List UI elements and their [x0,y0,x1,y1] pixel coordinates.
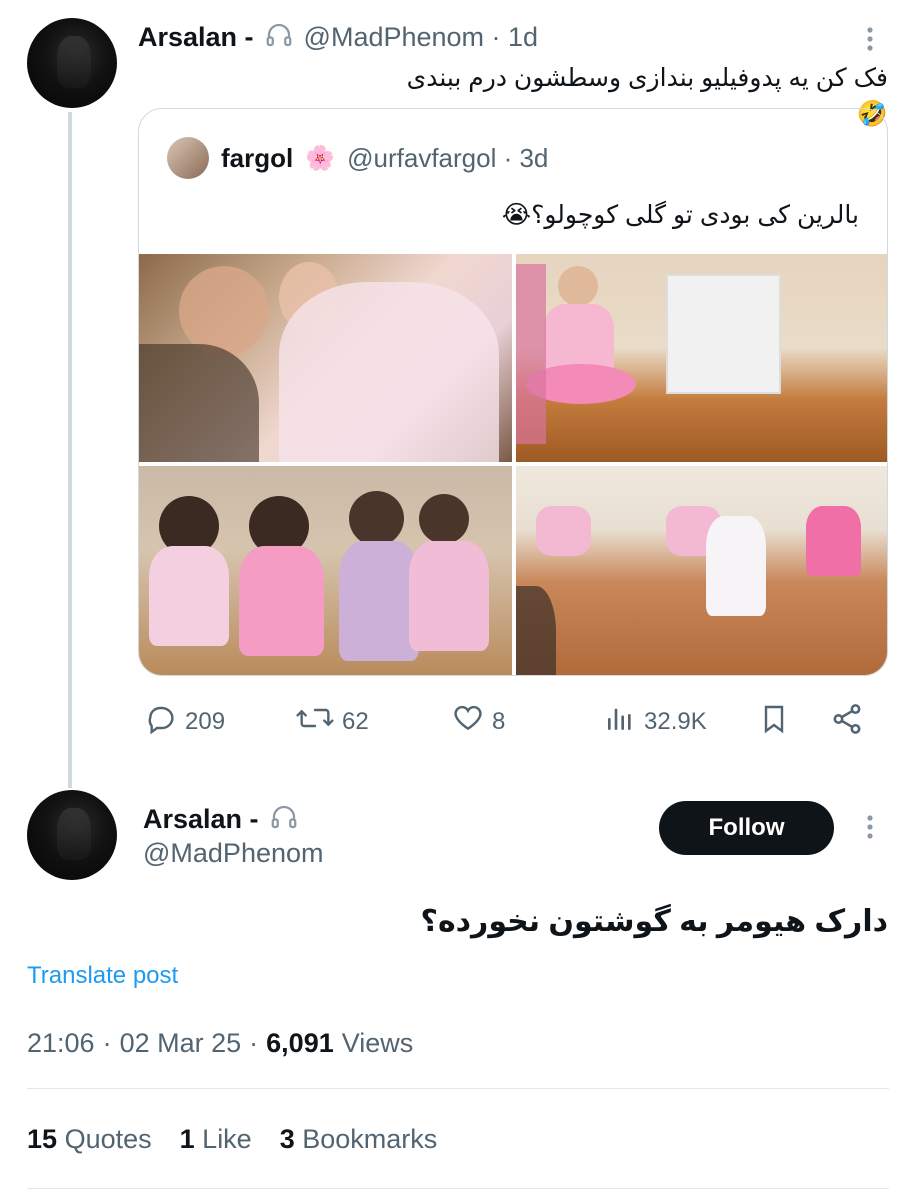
translate-link[interactable]: Translate post [27,962,178,990]
reply-tweet-text: دارک هیومر به گوشتون نخورده؟ [420,905,888,938]
views-label: Views [341,1028,414,1058]
reply-icon [145,702,177,741]
quotes-stat[interactable]: 15 Quotes [27,1124,152,1155]
divider [27,1088,889,1089]
quoted-tweet-text: بالرین کی بودی تو گلی کوچولو؟😭 [501,201,859,229]
quoted-author-handle-time[interactable]: @urfavfargol · 3d [347,143,548,174]
share-icon[interactable] [830,702,864,741]
bookmarks-stat[interactable]: 3 Bookmarks [280,1124,438,1155]
views-total: 6,091 [266,1028,334,1058]
follow-button[interactable]: Follow [659,801,834,855]
quoted-tweet-card[interactable]: fargol 🌸 @urfavfargol · 3d بالرین کی بود… [138,108,888,676]
likes-stat[interactable]: 1 Like [180,1124,252,1155]
photo-2[interactable] [516,254,887,462]
reply-author-handle[interactable]: @MadPhenom [143,838,324,869]
flower-icon: 🌸 [305,144,336,172]
repost-button[interactable]: 62 [296,702,369,741]
headphones-icon [269,802,299,837]
bookmark-icon[interactable] [758,702,790,741]
timestamp-line: 21:06 · 02 Mar 25 · 6,091 Views [27,1028,413,1059]
photo-3[interactable] [139,466,512,675]
post-date[interactable]: 02 Mar 25 [120,1028,242,1059]
post-time[interactable]: 21:06 [27,1028,95,1059]
headphones-icon [264,20,294,55]
reply-count: 209 [185,707,226,735]
more-options-icon[interactable] [860,812,880,847]
like-count: 8 [492,707,506,735]
engagement-stats: 15 Quotes 1 Like 3 Bookmarks [27,1124,437,1155]
heart-icon [452,702,484,741]
author-name[interactable]: Arsalan - [138,22,254,53]
author-avatar[interactable] [27,18,117,108]
thread-line [68,112,72,788]
views-count: 32.9K [644,707,707,735]
reply-author-name[interactable]: Arsalan - [143,804,259,835]
reply-author-line: Arsalan - [143,802,299,837]
photo-4[interactable] [516,466,887,675]
reply-button[interactable]: 209 [145,702,225,741]
views-button[interactable]: 32.9K [604,702,707,741]
separator-dot: · [249,1028,259,1058]
tweet-header: Arsalan - @MadPhenom · 1d [138,20,538,55]
analytics-icon [604,702,636,741]
reply-author-avatar[interactable] [27,790,117,880]
repost-count: 62 [342,707,369,735]
author-handle-time[interactable]: @MadPhenom · 1d [304,22,539,53]
quoted-tweet-header: fargol 🌸 @urfavfargol · 3d [167,137,548,179]
separator-dot: · [102,1028,112,1058]
divider [27,1188,889,1189]
photo-1[interactable] [139,254,512,462]
like-button[interactable]: 8 [452,702,505,741]
more-options-icon[interactable] [860,24,880,59]
quoted-author-name[interactable]: fargol [221,143,293,174]
quoted-author-avatar[interactable] [167,137,209,179]
repost-icon [296,702,334,741]
